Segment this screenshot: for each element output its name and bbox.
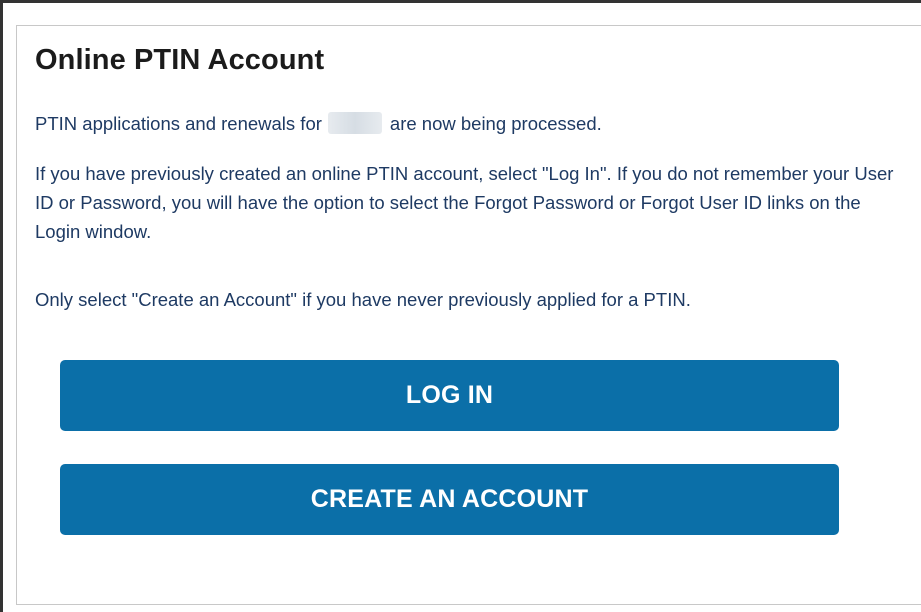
redacted-year xyxy=(327,112,382,134)
login-instructions: If you have previously created an online… xyxy=(35,163,894,242)
processing-notice-prefix: PTIN applications and renewals for xyxy=(35,113,322,134)
panel-title: Online PTIN Account xyxy=(35,44,325,76)
processing-notice-suffix: are now being processed. xyxy=(389,113,602,134)
create-account-button[interactable]: CREATE AN ACCOUNT xyxy=(60,464,839,535)
create-account-instructions: Only select "Create an Account" if you h… xyxy=(35,289,691,310)
processing-notice: PTIN applications and renewals for are no… xyxy=(35,109,905,138)
login-button[interactable]: LOG IN xyxy=(60,360,839,431)
ptin-account-panel: Online PTIN Account PTIN applications an… xyxy=(16,25,921,605)
